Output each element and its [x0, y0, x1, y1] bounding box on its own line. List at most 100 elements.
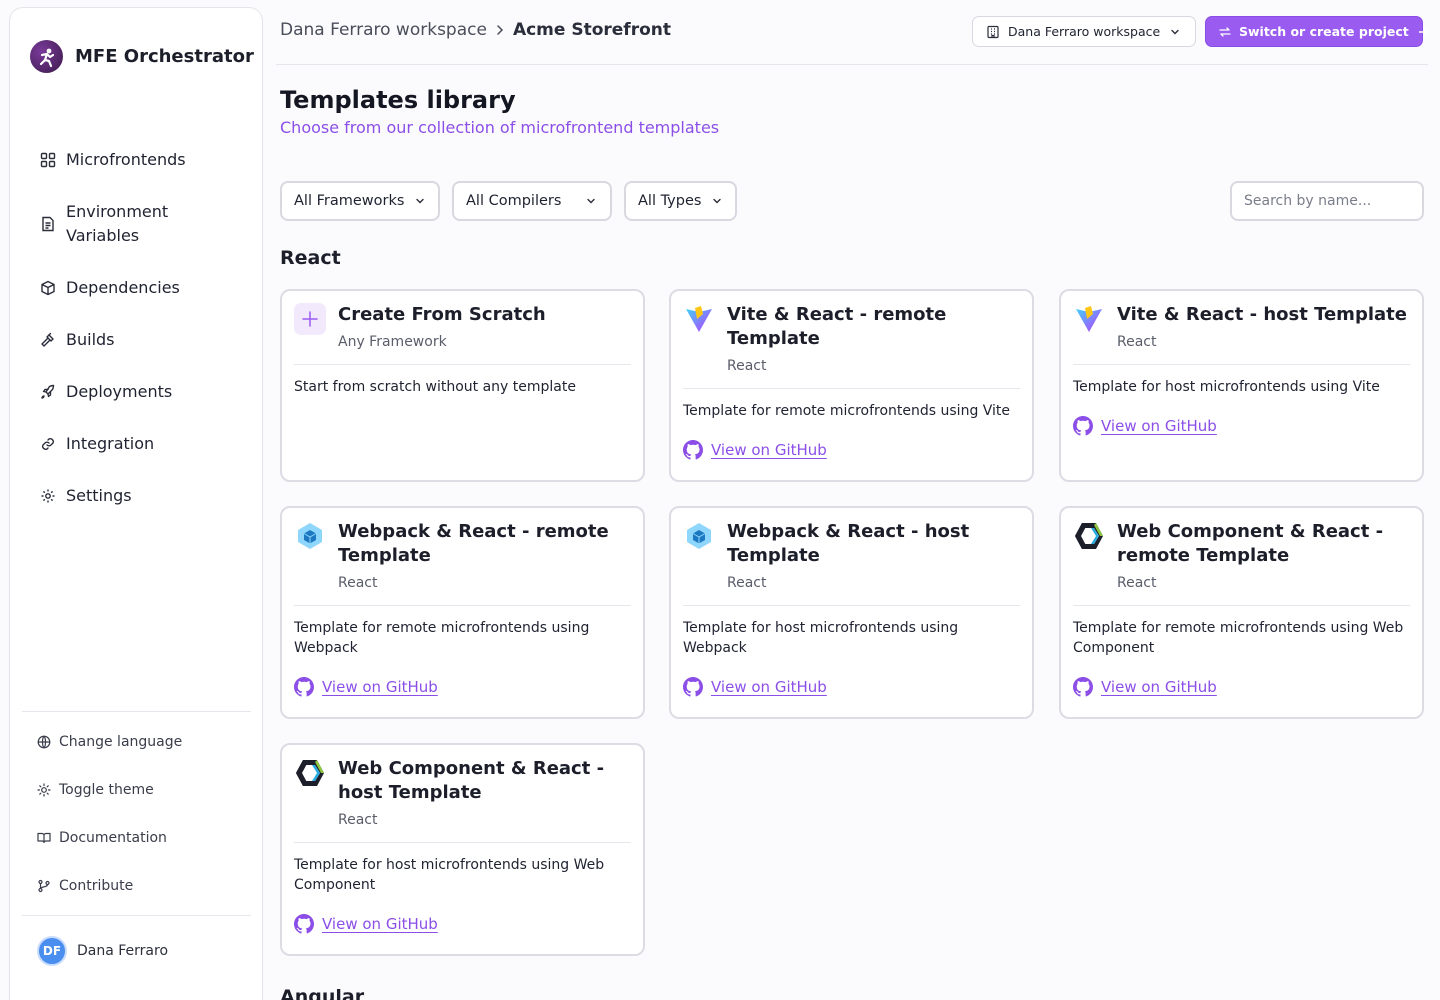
github-link-label: View on GitHub	[322, 915, 438, 933]
card-framework: Any Framework	[338, 334, 447, 350]
nav-item-integration[interactable]: Integration	[38, 432, 154, 456]
chevron-down-icon	[711, 195, 723, 207]
framework-filter[interactable]: All Frameworks	[280, 181, 440, 221]
nav-label: Dependencies	[66, 278, 180, 297]
nav-item-builds[interactable]: Builds	[38, 328, 115, 352]
workspace-selector-label: Dana Ferraro workspace	[1008, 24, 1161, 39]
github-link-label: View on GitHub	[1101, 417, 1217, 435]
section-title-react: React	[280, 247, 341, 269]
page-title: Templates library	[280, 86, 516, 114]
sidebar-divider	[22, 711, 251, 712]
card-description: Start from scratch without any template	[294, 379, 576, 395]
chevron-down-icon	[414, 195, 426, 207]
webcomponent-icon	[1073, 520, 1105, 552]
github-link-label: View on GitHub	[1101, 678, 1217, 696]
card-title: Webpack & React - remote Template	[338, 521, 609, 566]
view-on-github-link[interactable]: View on GitHub	[1073, 416, 1217, 436]
contribute-link[interactable]: Contribute	[36, 862, 256, 910]
workspace-selector[interactable]: Dana Ferraro workspace	[972, 16, 1196, 47]
view-on-github-link[interactable]: View on GitHub	[683, 440, 827, 460]
github-icon	[683, 440, 703, 460]
card-description: Template for remote microfrontends using…	[683, 403, 1011, 419]
card-header: Webpack & React - host Template React	[683, 520, 1020, 593]
switch-project-button[interactable]: Switch or create project	[1205, 16, 1429, 47]
nav-item-settings[interactable]: Settings	[38, 484, 132, 508]
section-title-angular: Angular	[280, 986, 365, 1000]
card-framework: React	[338, 812, 378, 828]
change-language-button[interactable]: Change language	[36, 718, 256, 766]
package-icon	[38, 278, 58, 298]
nav-label: Builds	[66, 330, 115, 349]
user-profile[interactable]: DF Dana Ferraro	[37, 936, 168, 966]
globe-icon	[36, 734, 52, 750]
type-filter[interactable]: All Types	[624, 181, 737, 221]
webcomponent-icon	[294, 757, 326, 789]
nav-label: Deployments	[66, 382, 173, 401]
card-header: Vite & React - remote Template React	[683, 303, 1020, 376]
nav-label: Integration	[66, 434, 155, 453]
view-on-github-link[interactable]: View on GitHub	[683, 677, 827, 697]
template-card[interactable]: Webpack & React - host Template React Te…	[669, 506, 1034, 719]
breadcrumb-workspace[interactable]: Dana Ferraro workspace	[280, 20, 487, 40]
secondary-nav: Change language Toggle theme Documentati…	[36, 718, 256, 910]
nav-item-dependencies[interactable]: Dependencies	[38, 276, 180, 300]
card-title: Webpack & React - host Template	[727, 521, 970, 566]
link-icon	[38, 434, 58, 454]
card-divider	[1073, 605, 1410, 606]
view-on-github-link[interactable]: View on GitHub	[294, 914, 438, 934]
template-card[interactable]: Webpack & React - remote Template React …	[280, 506, 645, 719]
github-icon	[1073, 677, 1093, 697]
card-framework: React	[727, 358, 767, 374]
card-divider	[683, 605, 1020, 606]
sidebar-divider	[22, 915, 251, 916]
view-on-github-link[interactable]: View on GitHub	[294, 677, 438, 697]
top-header: Dana Ferraro workspace Acme Storefront D…	[276, 0, 1429, 65]
card-description: Template for remote microfrontends using…	[294, 620, 590, 656]
building-icon	[986, 25, 1000, 39]
github-icon	[294, 677, 314, 697]
template-card[interactable]: Web Component & React - host Template Re…	[280, 743, 645, 956]
toggle-theme-label: Toggle theme	[59, 782, 154, 798]
card-framework: React	[1117, 334, 1157, 350]
contribute-label: Contribute	[59, 878, 134, 894]
template-card[interactable]: Create From Scratch Any Framework Start …	[280, 289, 645, 482]
breadcrumb-project[interactable]: Acme Storefront	[513, 20, 671, 40]
user-name: Dana Ferraro	[77, 943, 169, 959]
chevron-down-icon	[1169, 26, 1181, 38]
chevron-down-icon	[585, 195, 597, 207]
card-description: Template for host microfrontends using W…	[683, 620, 959, 656]
card-description: Template for host microfrontends using W…	[294, 857, 605, 893]
github-icon	[294, 914, 314, 934]
template-card[interactable]: Vite & React - host Template React Templ…	[1059, 289, 1424, 482]
switch-project-label: Switch or create project	[1239, 24, 1409, 39]
nav-item-microfrontends[interactable]: Microfrontends	[38, 148, 186, 172]
brand[interactable]: MFE Orchestrator	[30, 40, 254, 73]
card-header: Web Component & React - remote Template …	[1073, 520, 1410, 593]
card-title: Create From Scratch	[338, 304, 546, 325]
compiler-filter[interactable]: All Compilers	[452, 181, 612, 221]
card-title: Vite & React - remote Template	[727, 304, 947, 349]
card-divider	[294, 605, 631, 606]
framework-filter-value: All Frameworks	[294, 193, 405, 209]
nav-item-environment-variables[interactable]: Environment Variables	[38, 200, 198, 248]
sun-icon	[36, 782, 52, 798]
view-on-github-link[interactable]: View on GitHub	[1073, 677, 1217, 697]
card-header: Vite & React - host Template React	[1073, 303, 1410, 352]
nav-label: Environment Variables	[66, 202, 169, 245]
vite-icon	[683, 303, 715, 335]
search-input[interactable]	[1230, 181, 1424, 221]
avatar: DF	[37, 936, 67, 966]
template-card[interactable]: Vite & React - remote Template React Tem…	[669, 289, 1034, 482]
toggle-theme-button[interactable]: Toggle theme	[36, 766, 256, 814]
template-card[interactable]: Web Component & React - remote Template …	[1059, 506, 1424, 719]
card-description: Template for host microfrontends using V…	[1073, 379, 1380, 395]
webpack-icon	[294, 520, 326, 552]
github-icon	[1073, 416, 1093, 436]
documentation-link[interactable]: Documentation	[36, 814, 256, 862]
nav-label: Microfrontends	[66, 150, 186, 169]
chevron-right-icon	[495, 24, 505, 36]
github-link-label: View on GitHub	[322, 678, 438, 696]
nav-item-deployments[interactable]: Deployments	[38, 380, 172, 404]
breadcrumb: Dana Ferraro workspace Acme Storefront	[280, 20, 671, 40]
plus-icon	[1418, 26, 1430, 38]
